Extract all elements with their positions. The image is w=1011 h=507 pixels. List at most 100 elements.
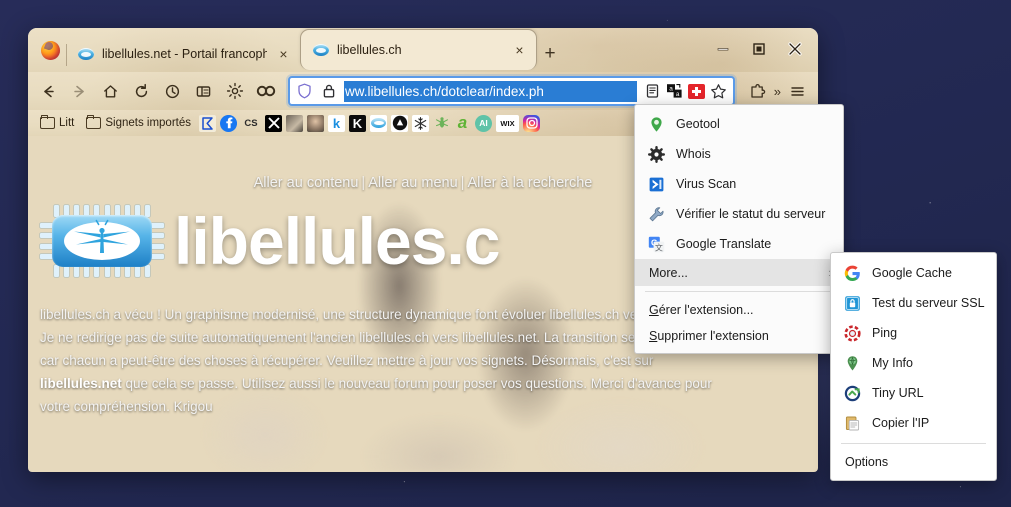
tab-close-icon[interactable]: × [275,46,292,63]
translate-icon[interactable]: aa [666,83,683,100]
skip-link-menu[interactable]: Aller au menu [368,175,457,191]
submenu-item-label: Tiny URL [872,386,924,400]
link-chain-icon[interactable] [251,77,280,106]
skiplink-separator: | [361,175,366,191]
wix-icon[interactable]: WIX [496,114,519,132]
submenu-item-label: Google Cache [872,266,952,280]
submenu-item-label: My Info [872,356,913,370]
menu-item-verifier-statut-serveur[interactable]: Vérifier le statut du serveur [635,199,843,229]
window-controls [706,34,812,64]
overflow-chevron-icon[interactable]: » [774,84,781,99]
menu-item-label: Google Translate [676,237,772,251]
ai-circle-icon[interactable]: AI [475,114,492,132]
url-input[interactable]: ww.libellules.ch/dotclear/index.ph [344,80,637,102]
minimize-icon[interactable] [706,34,740,64]
tab-libellules-net[interactable]: libellules.net - Portail francophe × [66,36,300,72]
black-k-icon[interactable]: K [349,114,366,132]
submenu-item-ping[interactable]: Ping [831,318,996,348]
kickstarter-k-icon[interactable]: k [328,114,345,132]
maximize-icon[interactable] [742,34,776,64]
dragonfly-site-icon[interactable] [370,114,387,132]
drive-circle-icon[interactable] [391,114,408,132]
submenu-item-my-info[interactable]: My Info [831,348,996,378]
menu-item-label: Whois [676,147,711,161]
submenu-item-google-cache[interactable]: Google Cache [831,258,996,288]
skiplink-separator: | [460,175,465,191]
close-icon[interactable] [778,34,812,64]
svg-text:a: a [669,86,673,93]
menu-item-gerer-extension[interactable]: Gérer l'extension... [635,297,843,323]
dragonfly-chip-logo [40,205,164,277]
menu-item-label: More... [649,265,688,280]
sidebar-icon[interactable] [189,77,218,106]
clipboard-icon [843,414,861,432]
photo-thumb-icon[interactable] [286,114,303,132]
bookmark-label: Signets importés [105,117,191,129]
paragraph-line: votre compréhension. Krigou [40,399,213,414]
more-submenu: Google Cache Test du serveur SSL Ping My… [830,252,997,481]
sigma-icon[interactable] [199,114,216,132]
tab-title: libellules.net - Portail francophe [102,47,267,61]
instagram-icon[interactable] [523,114,540,132]
new-tab-button[interactable]: + [537,36,563,72]
menu-separator [645,291,833,292]
map-pin-icon [647,115,665,133]
folder-icon [40,115,55,129]
bookmark-label: Litt [59,117,75,129]
bookmark-folder-signets-importes[interactable]: Signets importés [82,115,195,131]
app-menu-icon[interactable] [783,77,812,106]
submenu-item-tiny-url[interactable]: Tiny URL [831,378,996,408]
clock-icon[interactable] [158,77,187,106]
submenu-item-label: Copier l'IP [872,416,930,430]
tiny-url-icon [843,384,861,402]
svg-text:a: a [676,91,680,98]
tab-close-icon[interactable]: × [511,42,528,59]
menu-item-geotool[interactable]: Geotool [635,109,843,139]
back-arrow-icon[interactable] [34,77,63,106]
facebook-icon[interactable] [220,114,237,132]
svg-text:文: 文 [654,242,662,252]
wrench-icon [647,205,665,223]
menu-item-google-translate[interactable]: G文 Google Translate [635,229,843,259]
menu-item-label: Geotool [676,117,720,131]
blue-arrow-icon [647,175,665,193]
cs-bookmark-label[interactable]: CS [241,115,261,132]
skip-link-search[interactable]: Aller à la recherche [467,175,592,191]
submenu-item-test-ssl[interactable]: Test du serveur SSL [831,288,996,318]
portrait-thumb-icon[interactable] [307,114,324,132]
home-icon[interactable] [96,77,125,106]
padlock-icon[interactable] [320,83,337,100]
submenu-item-options[interactable]: Options [831,449,996,475]
shield-icon[interactable] [296,83,313,100]
urlbar-actions: aa [644,83,727,100]
menu-item-label-rest: érer l'extension... [658,303,754,317]
reader-mode-icon[interactable] [644,83,661,100]
snowflake-icon[interactable] [412,114,429,132]
gear-icon[interactable] [220,77,249,106]
extension-context-menu: Geotool Whois Virus Scan Vérifier le sta… [634,104,844,354]
address-bar[interactable]: ww.libellules.ch/dotclear/index.ph aa [288,76,735,106]
tab-strip: libellules.net - Portail francophe × lib… [28,28,818,72]
menu-item-more[interactable]: More... › [635,259,843,286]
menu-item-supprimer-extension[interactable]: Supprimer l'extension [635,323,843,349]
dragonfly-icon [74,219,130,253]
skip-link-content[interactable]: Aller au contenu [254,175,359,191]
extension-puzzle-icon[interactable] [743,77,772,106]
star-icon[interactable] [710,83,727,100]
green-bug-icon[interactable] [433,115,450,132]
google-g-icon [843,264,861,282]
paragraph-line: libellules.net que cela se passe. Utilis… [40,372,802,395]
submenu-item-label: Ping [872,326,898,340]
forward-arrow-icon[interactable] [65,77,94,106]
paragraph-bold-link[interactable]: libellules.net [40,376,122,391]
menu-item-whois[interactable]: Whois [635,139,843,169]
x-twitter-icon[interactable] [265,114,282,132]
menu-item-virus-scan[interactable]: Virus Scan [635,169,843,199]
dragonfly-favicon [313,44,329,56]
tab-libellules-ch[interactable]: libellules.ch × [300,29,537,70]
reload-icon[interactable] [127,77,156,106]
bookmark-folder-litt[interactable]: Litt [36,115,78,131]
avast-a-icon[interactable]: a [454,115,471,132]
swiss-flag-extension-icon[interactable] [687,83,705,99]
submenu-item-copier-ip[interactable]: Copier l'IP [831,408,996,438]
